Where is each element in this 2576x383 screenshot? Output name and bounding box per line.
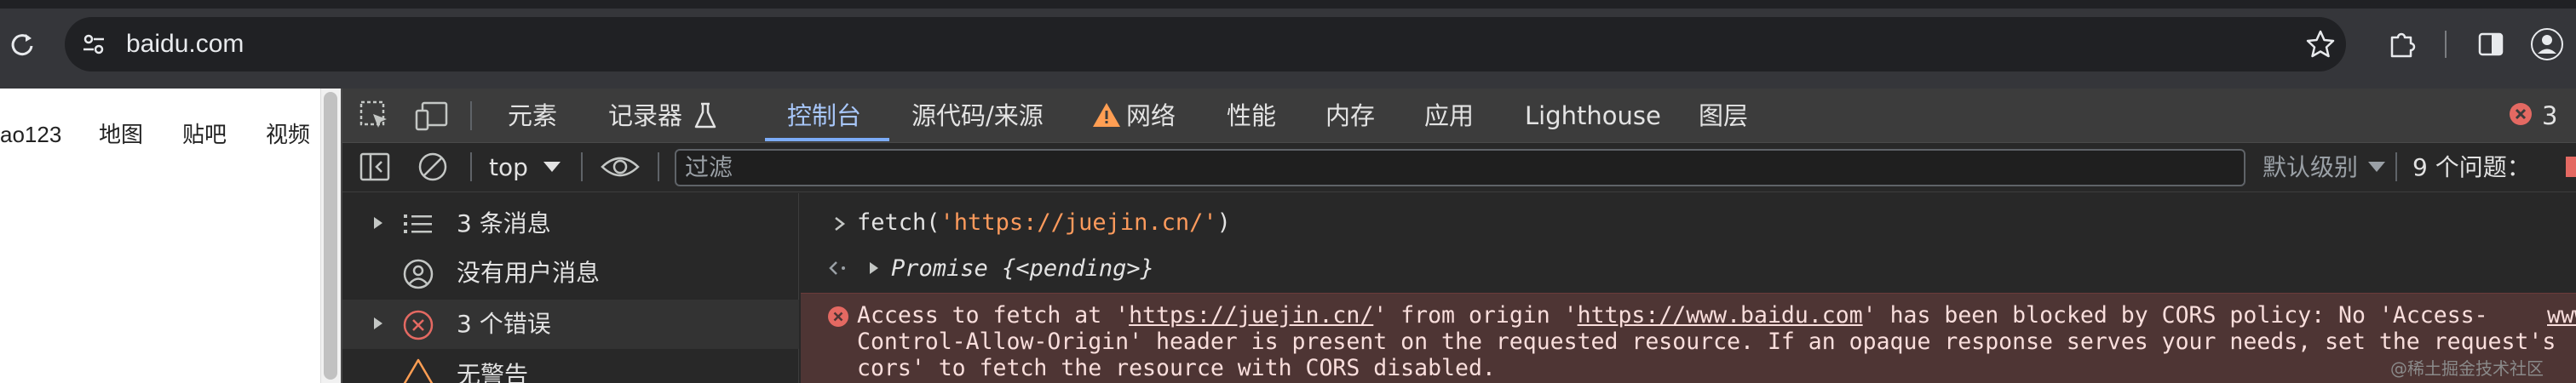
error-link-target[interactable]: https://juejin.cn/ <box>1129 302 1373 329</box>
warning-icon <box>402 357 434 383</box>
sidebar-item-label: 3 条消息 <box>457 209 551 237</box>
tab-application[interactable]: 应用 <box>1424 89 1474 143</box>
flask-icon <box>692 100 719 131</box>
nav-link-hao123[interactable]: ao123 <box>0 119 61 150</box>
nav-link-video[interactable]: 视频 <box>266 119 310 150</box>
chevron-down-icon[interactable] <box>542 158 562 175</box>
page-scrollbar-thumb[interactable] <box>324 92 337 380</box>
star-icon[interactable] <box>2303 27 2337 61</box>
expand-arrow-icon[interactable] <box>371 214 385 232</box>
inspect-element-icon[interactable] <box>358 99 392 133</box>
error-line-1: Access to fetch at 'https://juejin.cn/' … <box>857 303 2488 328</box>
error-line-2: Control-Allow-Origin' header is present … <box>857 329 2556 355</box>
issues-flag-icon[interactable] <box>2566 157 2576 177</box>
result-arrow-icon <box>828 259 848 277</box>
toolbar-divider <box>470 152 472 181</box>
error-count[interactable]: 3 <box>2542 89 2557 143</box>
sidebar-item-warnings[interactable]: 无警告 <box>342 349 799 383</box>
site-settings-icon[interactable] <box>78 29 109 60</box>
profile-icon[interactable] <box>2530 27 2564 61</box>
sidebar-item-messages[interactable]: 3 条消息 <box>342 201 799 250</box>
reload-icon[interactable] <box>7 29 37 60</box>
tabs-divider <box>470 101 472 130</box>
nav-link-map[interactable]: 地图 <box>99 119 143 150</box>
toolbar-divider <box>2395 152 2397 181</box>
chevron-down-icon[interactable] <box>2366 158 2387 175</box>
nav-link-tieba[interactable]: 贴吧 <box>182 119 227 150</box>
input-fn: fetch( <box>857 209 940 236</box>
tab-strip <box>0 0 2576 9</box>
error-line-3: cors' to fetch the resource with CORS di… <box>857 355 1496 381</box>
live-expression-eye-icon[interactable] <box>600 151 641 182</box>
toolbar-divider <box>2445 31 2447 58</box>
active-tab-indicator <box>765 138 889 141</box>
tab-performance[interactable]: 性能 <box>1227 89 1276 143</box>
input-arg: 'https://juejin.cn/' <box>940 209 1217 236</box>
toolbar-divider <box>581 152 583 181</box>
error-message-icon <box>826 305 850 329</box>
input-close: ) <box>1216 209 1231 236</box>
sidebar-toggle-icon[interactable] <box>358 150 392 184</box>
expand-promise-icon[interactable] <box>867 260 881 277</box>
network-warning-icon <box>1092 101 1121 129</box>
extensions-icon[interactable] <box>2385 27 2419 61</box>
clear-console-icon[interactable] <box>416 150 450 184</box>
console-input-line[interactable]: fetch('https://juejin.cn/') <box>857 210 1231 236</box>
context-selector[interactable]: top <box>489 151 528 184</box>
filter-placeholder[interactable]: 过滤 <box>685 151 733 184</box>
filter-input[interactable] <box>675 149 2245 186</box>
watermark: @稀土掘金技术社区 <box>2390 358 2544 379</box>
device-toolbar-icon[interactable] <box>414 99 450 133</box>
promise-state: {<pending>} <box>1002 255 1154 282</box>
error-source-link[interactable]: www <box>2547 303 2576 328</box>
tab-recorder[interactable]: 记录器 <box>608 89 682 143</box>
input-prompt-icon <box>833 214 847 233</box>
error-count-icon[interactable] <box>2508 101 2533 127</box>
side-panel-icon[interactable] <box>2475 29 2506 60</box>
console-result-line[interactable]: Promise {<pending>} <box>891 256 1154 282</box>
list-icon <box>402 210 434 237</box>
sidebar-item-errors[interactable]: 3 个错误 <box>342 300 799 349</box>
tab-sources[interactable]: 源代码/来源 <box>911 89 1044 143</box>
sidebar-item-label: 3 个错误 <box>457 310 551 338</box>
url-text[interactable]: baidu.com <box>126 27 244 61</box>
error-link-origin[interactable]: https://www.baidu.com <box>1578 302 1863 329</box>
error-text: Access to fetch at ' <box>857 302 1130 329</box>
tab-console[interactable]: 控制台 <box>787 89 861 143</box>
tab-memory[interactable]: 内存 <box>1325 89 1375 143</box>
tab-layers[interactable]: 图层 <box>1699 89 1748 143</box>
log-level-dropdown[interactable]: 默认级别 <box>2263 151 2358 184</box>
error-icon <box>402 309 434 341</box>
sidebar-item-user-messages[interactable]: 没有用户消息 <box>342 250 799 300</box>
tab-elements[interactable]: 元素 <box>508 89 557 143</box>
promise-label: Promise <box>891 255 988 282</box>
issues-button[interactable]: 9 个问题： <box>2412 151 2531 184</box>
tab-network[interactable]: 网络 <box>1126 89 1176 143</box>
user-icon <box>402 258 434 290</box>
tab-lighthouse[interactable]: Lighthouse <box>1525 89 1661 143</box>
sidebar-item-label: 无警告 <box>457 361 529 383</box>
error-text: ' from origin ' <box>1373 302 1578 329</box>
sidebar-item-label: 没有用户消息 <box>457 259 601 287</box>
address-bar[interactable] <box>65 17 2346 71</box>
toolbar-divider <box>658 152 659 181</box>
error-text: ' has been blocked by CORS policy: No 'A… <box>1862 302 2488 329</box>
expand-arrow-icon[interactable] <box>371 315 385 332</box>
